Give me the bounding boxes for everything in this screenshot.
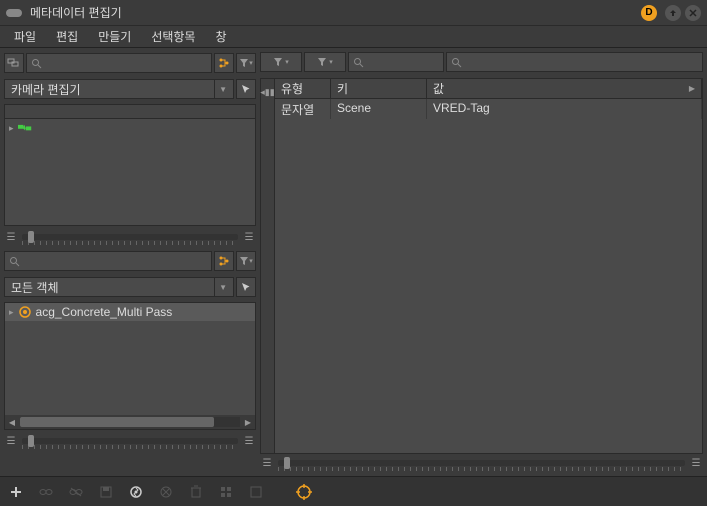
link-button[interactable] [34,480,58,504]
grid-header: 유형 키 값▶ [275,79,702,99]
delete-icon[interactable] [184,480,208,504]
menu-selection[interactable]: 선택항목 [141,25,205,48]
search-icon [353,57,364,68]
scope-dropdown-label: 모든 객체 [11,279,59,296]
list-large-icon: ☰ [689,458,703,469]
tree-row[interactable]: ▸ [5,119,255,137]
list-large-icon: ☰ [242,436,256,447]
menu-edit[interactable]: 편집 [46,25,88,48]
value-search-input[interactable] [446,52,703,72]
left-column: ▾ 카메라 편집기 ▼ ▸ [0,48,260,476]
minimize-button[interactable] [665,5,681,21]
list-large-icon: ☰ [242,232,256,243]
search-icon [31,58,42,69]
scroll-left-button[interactable]: ◀ [5,415,19,429]
remove-button[interactable] [154,480,178,504]
chevron-down-icon: ▼ [214,278,227,296]
filter-button[interactable]: ▾ [236,251,256,271]
lower-tree-body[interactable]: ▸ acg_Concrete_Multi Pass [5,303,255,415]
filter-button[interactable]: ▾ [236,53,256,73]
upper-tree-body[interactable]: ▸ [5,119,255,225]
scroll-right-button[interactable]: ▶ [241,415,255,429]
window-title: 메타데이터 편집기 [30,4,641,21]
upper-search-input[interactable] [26,53,212,73]
lower-zoom-slider-row: ☰ ☰ [4,432,256,450]
editor-dropdown-label: 카메라 편집기 [11,81,81,98]
upper-search-row: ▾ [4,52,256,74]
column-value[interactable]: 값▶ [427,79,702,98]
list-icon: ☰ [260,458,274,469]
list-icon: ☰ [4,436,18,447]
checkbox-icon[interactable] [244,480,268,504]
unlink-button[interactable] [64,480,88,504]
d-badge[interactable]: D [641,5,657,21]
metadata-grid-container: ◂▮▮ 유형 키 값▶ 문자열 Scene VRED-Tag [260,78,703,454]
editor-dropdown[interactable]: 카메라 편집기 ▼ [4,79,234,99]
upper-zoom-slider[interactable] [22,234,238,240]
main-area: ▾ 카메라 편집기 ▼ ▸ [0,48,707,476]
chevron-down-icon: ▼ [214,80,227,98]
scroll-thumb[interactable] [20,417,214,427]
add-button[interactable] [4,480,28,504]
tree-row[interactable]: ▸ acg_Concrete_Multi Pass [5,303,255,321]
app-icon [6,9,22,17]
upper-tree-panel: ▸ [4,104,256,226]
lower-zoom-slider[interactable] [22,438,238,444]
upper-dropdown-row: 카메라 편집기 ▼ [4,78,256,100]
expand-icon[interactable]: ▸ [9,307,14,318]
type-filter-button[interactable]: ▾ [260,52,302,72]
lower-dropdown-row: 모든 객체 ▼ [4,276,256,298]
grid-icon[interactable] [214,480,238,504]
material-icon [18,305,32,319]
tree-item-label: acg_Concrete_Multi Pass [36,305,173,319]
list-icon: ☰ [4,232,18,243]
slider-thumb[interactable] [284,457,290,469]
bottom-toolbar [0,476,707,506]
column-type[interactable]: 유형 [275,79,331,98]
horizontal-scrollbar[interactable]: ◀ ▶ [5,415,255,429]
cell-type: 문자열 [275,99,331,119]
slider-thumb[interactable] [28,435,34,447]
table-row[interactable]: 문자열 Scene VRED-Tag [275,99,702,119]
target-button[interactable] [292,480,316,504]
camera-group-icon [18,121,32,135]
key-search-input[interactable] [348,52,444,72]
grid-rows[interactable]: 문자열 Scene VRED-Tag [275,99,702,453]
collapse-handle[interactable]: ◂▮▮ [261,79,275,453]
hierarchy-filter-button[interactable] [214,53,234,73]
titlebar: 메타데이터 편집기 D [0,0,707,26]
expand-arrow-icon[interactable]: ▶ [689,84,695,93]
upper-tree-tabs[interactable] [5,105,255,119]
right-search-row: ▾ ▾ [260,52,703,74]
menubar: 파일 편집 만들기 선택항목 창 [0,26,707,48]
scope-filter-button[interactable]: ▾ [304,52,346,72]
lower-tree-panel: ▸ acg_Concrete_Multi Pass ◀ ▶ [4,302,256,430]
lower-search-input[interactable] [4,251,212,271]
metadata-grid: 유형 키 값▶ 문자열 Scene VRED-Tag [275,79,702,453]
close-button[interactable] [685,5,701,21]
search-icon [451,57,462,68]
right-zoom-slider-row: ☰ ☰ [260,454,703,472]
scope-dropdown[interactable]: 모든 객체 ▼ [4,277,234,297]
search-icon [9,256,20,267]
hierarchy-filter-button[interactable] [214,251,234,271]
right-zoom-slider[interactable] [278,460,685,466]
column-key[interactable]: 키 [331,79,427,98]
slider-thumb[interactable] [28,231,34,243]
expand-icon[interactable]: ▸ [9,123,14,134]
lower-search-row: ▾ [4,250,256,272]
menu-create[interactable]: 만들기 [88,25,141,48]
menu-window[interactable]: 창 [205,25,236,48]
cell-value: VRED-Tag [427,99,702,119]
cell-key: Scene [331,99,427,119]
tag-toggle-button[interactable] [4,53,24,73]
upper-zoom-slider-row: ☰ ☰ [4,228,256,246]
cursor-picker-button[interactable] [236,277,256,297]
cursor-picker-button[interactable] [236,79,256,99]
save-button[interactable] [94,480,118,504]
right-column: ▾ ▾ ◂▮▮ 유형 키 값▶ 문자열 [260,48,707,476]
settings-sync-button[interactable] [124,480,148,504]
menu-file[interactable]: 파일 [4,25,46,48]
